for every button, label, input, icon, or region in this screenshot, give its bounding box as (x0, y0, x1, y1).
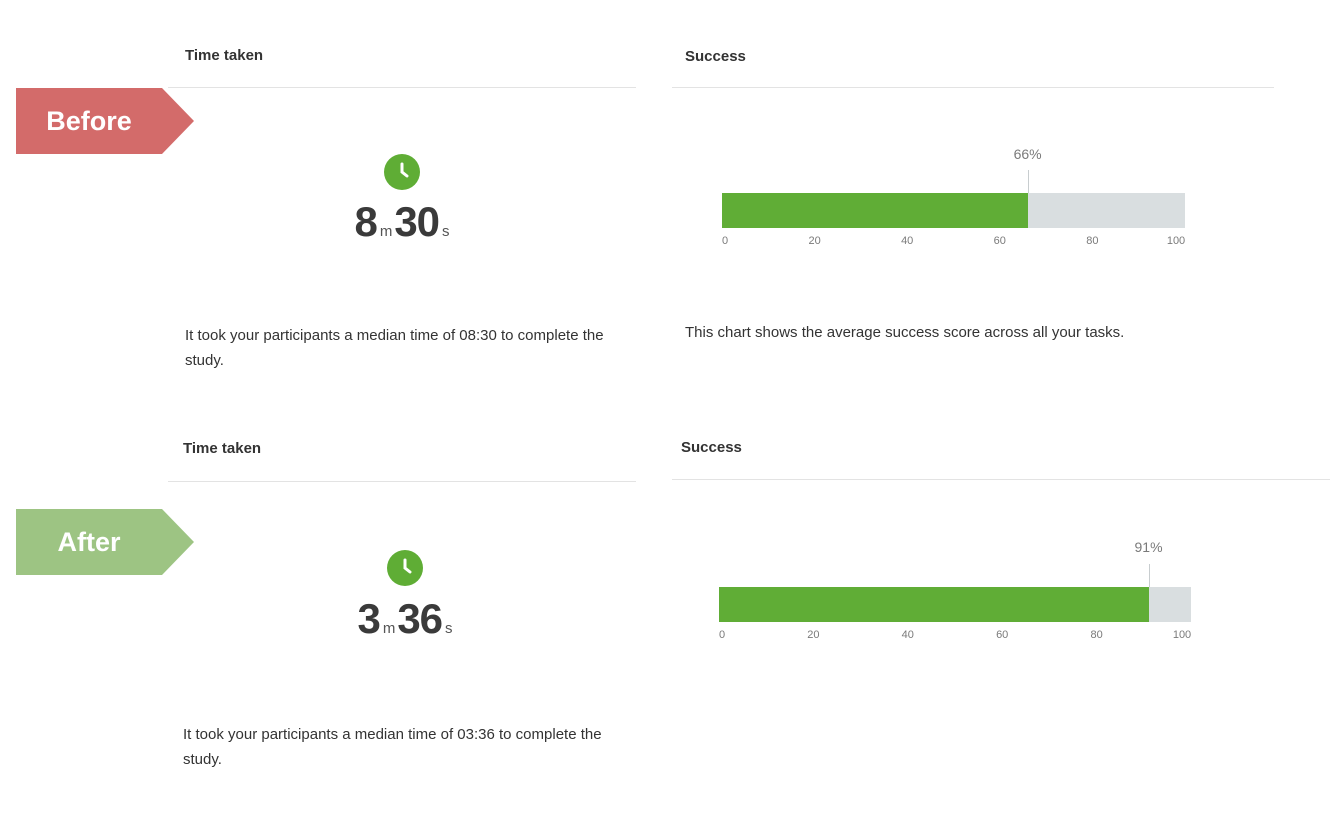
divider (168, 87, 636, 88)
divider (168, 481, 636, 482)
success-description: This chart shows the average success sco… (685, 324, 1125, 341)
clock-icon (384, 154, 420, 190)
median-time: 8 m 30 s (303, 198, 503, 246)
x-tick-label: 60 (996, 629, 1009, 641)
success-bar (719, 587, 1149, 622)
median-time: 3 m 36 s (306, 595, 506, 643)
value-marker (1148, 564, 1150, 587)
seconds-value: 36 (397, 595, 443, 642)
after-tag: After (16, 509, 194, 575)
success-title: Success (681, 439, 742, 456)
before-tag: Before (16, 88, 194, 154)
seconds-unit: s (442, 223, 450, 240)
success-bar (722, 193, 1028, 228)
x-tick-label: 40 (901, 235, 914, 247)
x-tick-label: 0 (721, 235, 729, 247)
minutes-value: 3 (357, 595, 380, 642)
bar-track (722, 193, 1185, 228)
time-description: It took your participants a median time … (185, 327, 604, 369)
time-taken-title: Time taken (183, 440, 262, 457)
x-tick-label: 60 (993, 235, 1006, 247)
x-tick-label: 20 (807, 629, 820, 641)
value-label: 91% (1134, 539, 1163, 555)
bar-track (719, 587, 1191, 622)
value-label: 66% (1013, 146, 1042, 162)
success-title: Success (685, 48, 746, 65)
time-taken-title: Time taken (185, 47, 264, 64)
time-description: It took your participants a median time … (183, 726, 602, 768)
clock-icon (387, 550, 423, 586)
value-marker (1027, 170, 1029, 193)
divider (672, 87, 1274, 88)
before-tag-label: Before (46, 105, 132, 136)
x-tick-label: 20 (808, 235, 821, 247)
divider (672, 479, 1330, 480)
x-tick-label: 80 (1086, 235, 1099, 247)
x-tick-label: 100 (1172, 629, 1192, 641)
x-tick-label: 100 (1166, 235, 1186, 247)
x-tick-label: 40 (901, 629, 914, 641)
seconds-value: 30 (394, 198, 440, 245)
minutes-unit: m (382, 620, 396, 637)
x-tick-label: 0 (718, 629, 726, 641)
minutes-unit: m (379, 223, 393, 240)
after-tag-label: After (57, 526, 121, 557)
seconds-unit: s (445, 620, 453, 637)
x-tick-label: 80 (1090, 629, 1103, 641)
minutes-value: 8 (354, 198, 377, 245)
